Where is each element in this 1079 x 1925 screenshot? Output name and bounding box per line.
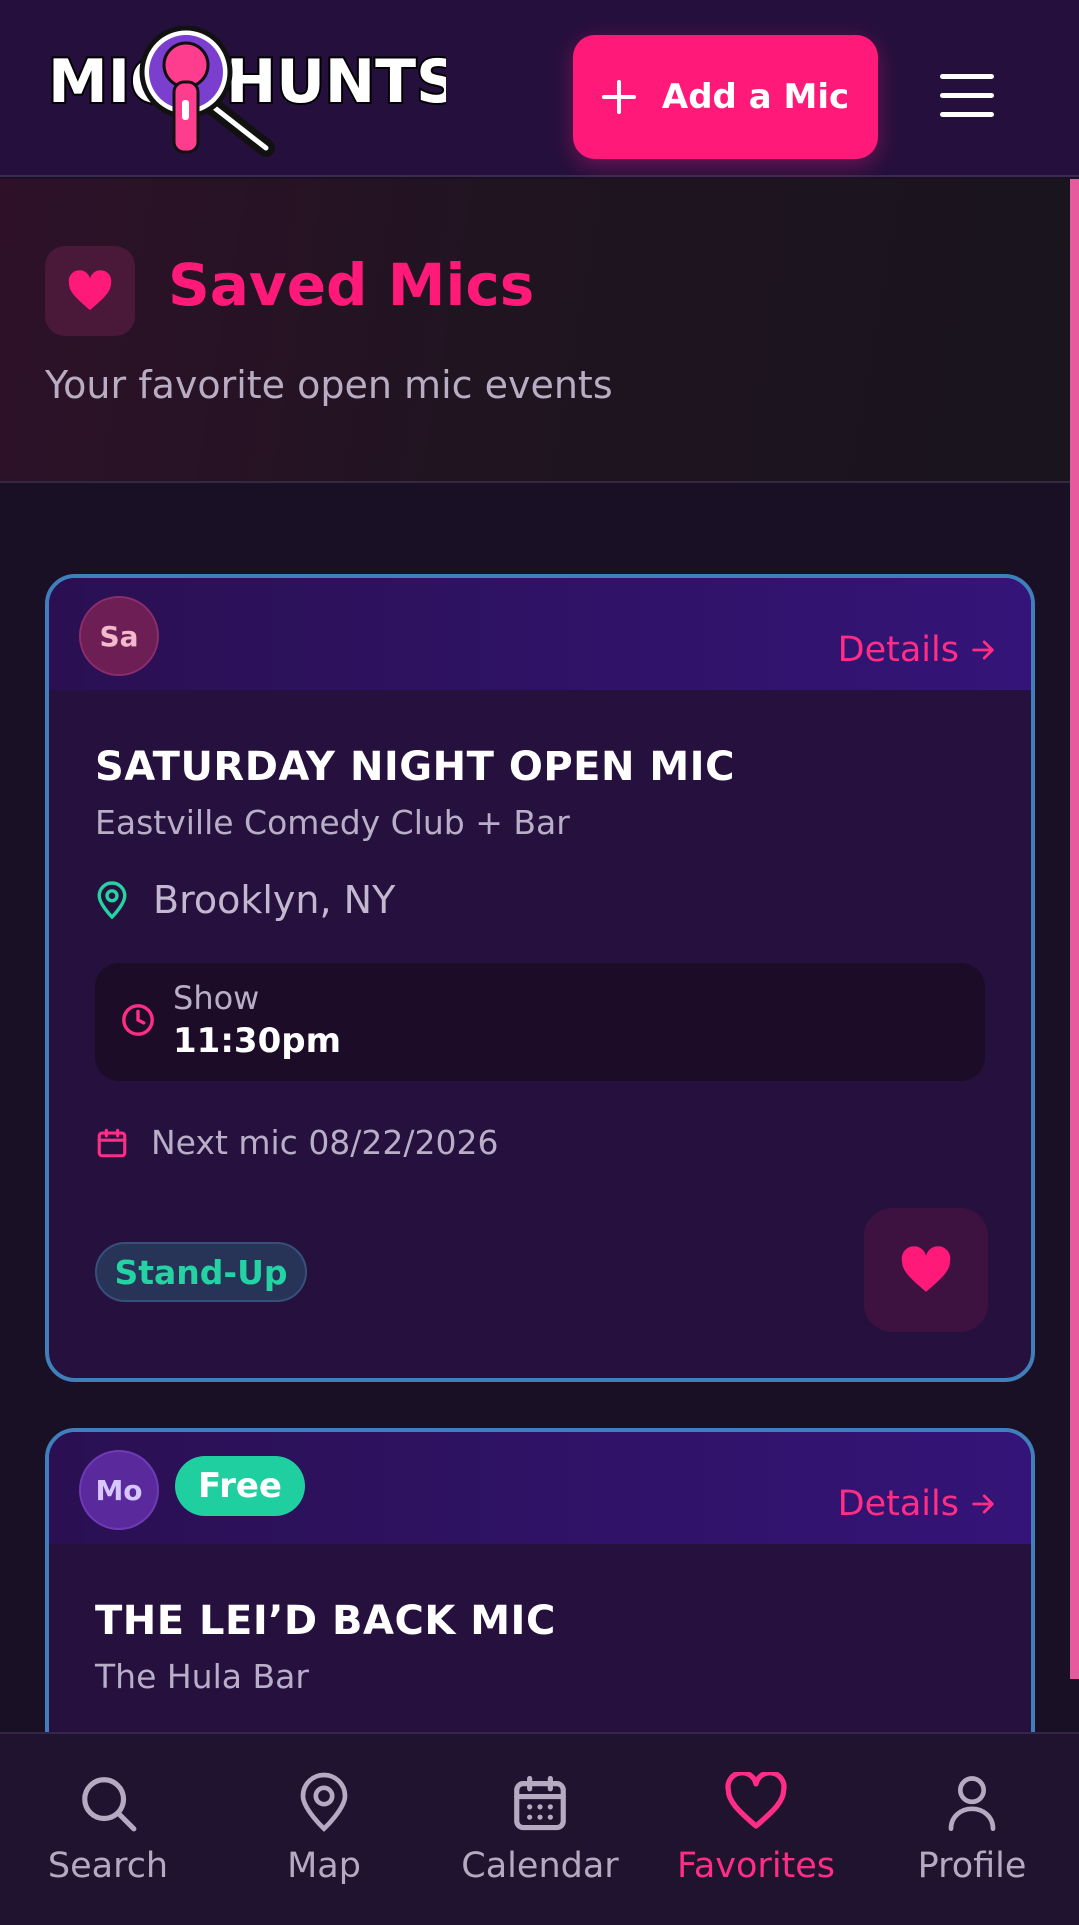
- nav-favorites[interactable]: Favorites: [648, 1734, 864, 1925]
- scrollbar[interactable]: [1070, 179, 1079, 1679]
- app-header: MIC HUNTS Add a Mic: [0, 0, 1079, 177]
- location-text: Brooklyn, NY: [153, 878, 396, 922]
- plus-icon: [601, 80, 636, 114]
- details-label: Details: [837, 630, 959, 670]
- nav-label: Calendar: [461, 1846, 619, 1886]
- details-link[interactable]: Details: [838, 1484, 997, 1524]
- nav-label: Map: [287, 1846, 361, 1886]
- venue-name: Eastville Comedy Club + Bar: [95, 803, 570, 842]
- category-tag[interactable]: Stand-Up: [95, 1242, 307, 1302]
- card-header: Sa Details: [49, 578, 1031, 690]
- arrow-right-icon: [972, 640, 994, 660]
- details-link[interactable]: Details: [838, 630, 997, 670]
- map-pin-icon: [300, 1772, 348, 1832]
- search-icon: [82, 1777, 137, 1832]
- avatar: Mo: [79, 1450, 159, 1530]
- add-mic-label: Add a Mic: [661, 77, 850, 117]
- details-label: Details: [837, 1484, 959, 1524]
- saved-mics-hero: Saved Mics Your favorite open mic events: [0, 179, 1070, 483]
- heart-icon: [901, 1246, 951, 1292]
- michunts-logo[interactable]: MIC HUNTS: [46, 20, 461, 175]
- calendar-icon: [514, 1775, 566, 1831]
- heart-icon: [725, 1772, 787, 1829]
- user-icon: [948, 1776, 996, 1831]
- arrow-right-icon: [972, 1494, 994, 1514]
- hamburger-menu-icon[interactable]: [940, 74, 994, 118]
- svg-text:HUNTS: HUNTS: [226, 47, 446, 117]
- mic-title: SATURDAY NIGHT OPEN MIC: [95, 744, 735, 790]
- show-time-box: Show 11:30pm: [95, 963, 985, 1081]
- avatar: Sa: [79, 596, 159, 676]
- nav-calendar[interactable]: Calendar: [432, 1734, 648, 1925]
- next-mic-row: Next mic 08/22/2026: [95, 1123, 499, 1162]
- bottom-nav: Search Map Calendar Favorites Profile: [0, 1732, 1079, 1925]
- nav-profile[interactable]: Profile: [864, 1734, 1079, 1925]
- nav-map[interactable]: Map: [216, 1734, 432, 1925]
- map-pin-icon: [97, 881, 127, 920]
- time-value: 11:30pm: [173, 1021, 341, 1061]
- clock-icon: [122, 1004, 154, 1036]
- next-mic-date: Next mic 08/22/2026: [151, 1123, 499, 1162]
- card-header: Mo Free Details: [49, 1432, 1031, 1544]
- calendar-icon: [97, 1128, 127, 1157]
- nav-label: Favorites: [676, 1846, 836, 1886]
- heart-icon: [45, 246, 135, 336]
- free-badge: Free: [175, 1456, 305, 1516]
- time-label: Show: [173, 979, 260, 1017]
- add-mic-button[interactable]: Add a Mic: [573, 35, 878, 159]
- page-subtitle: Your favorite open mic events: [45, 363, 613, 407]
- favorite-button[interactable]: [864, 1208, 988, 1332]
- mic-title: THE LEI’D BACK MIC: [95, 1598, 556, 1644]
- venue-name: The Hula Bar: [95, 1657, 309, 1696]
- nav-label: Search: [47, 1846, 169, 1886]
- location-row: Brooklyn, NY: [95, 878, 395, 922]
- nav-label: Profile: [917, 1846, 1027, 1886]
- page-title: Saved Mics: [168, 251, 535, 319]
- mic-card[interactable]: Sa Details SATURDAY NIGHT OPEN MIC Eastv…: [45, 574, 1035, 1382]
- nav-search[interactable]: Search: [0, 1734, 216, 1925]
